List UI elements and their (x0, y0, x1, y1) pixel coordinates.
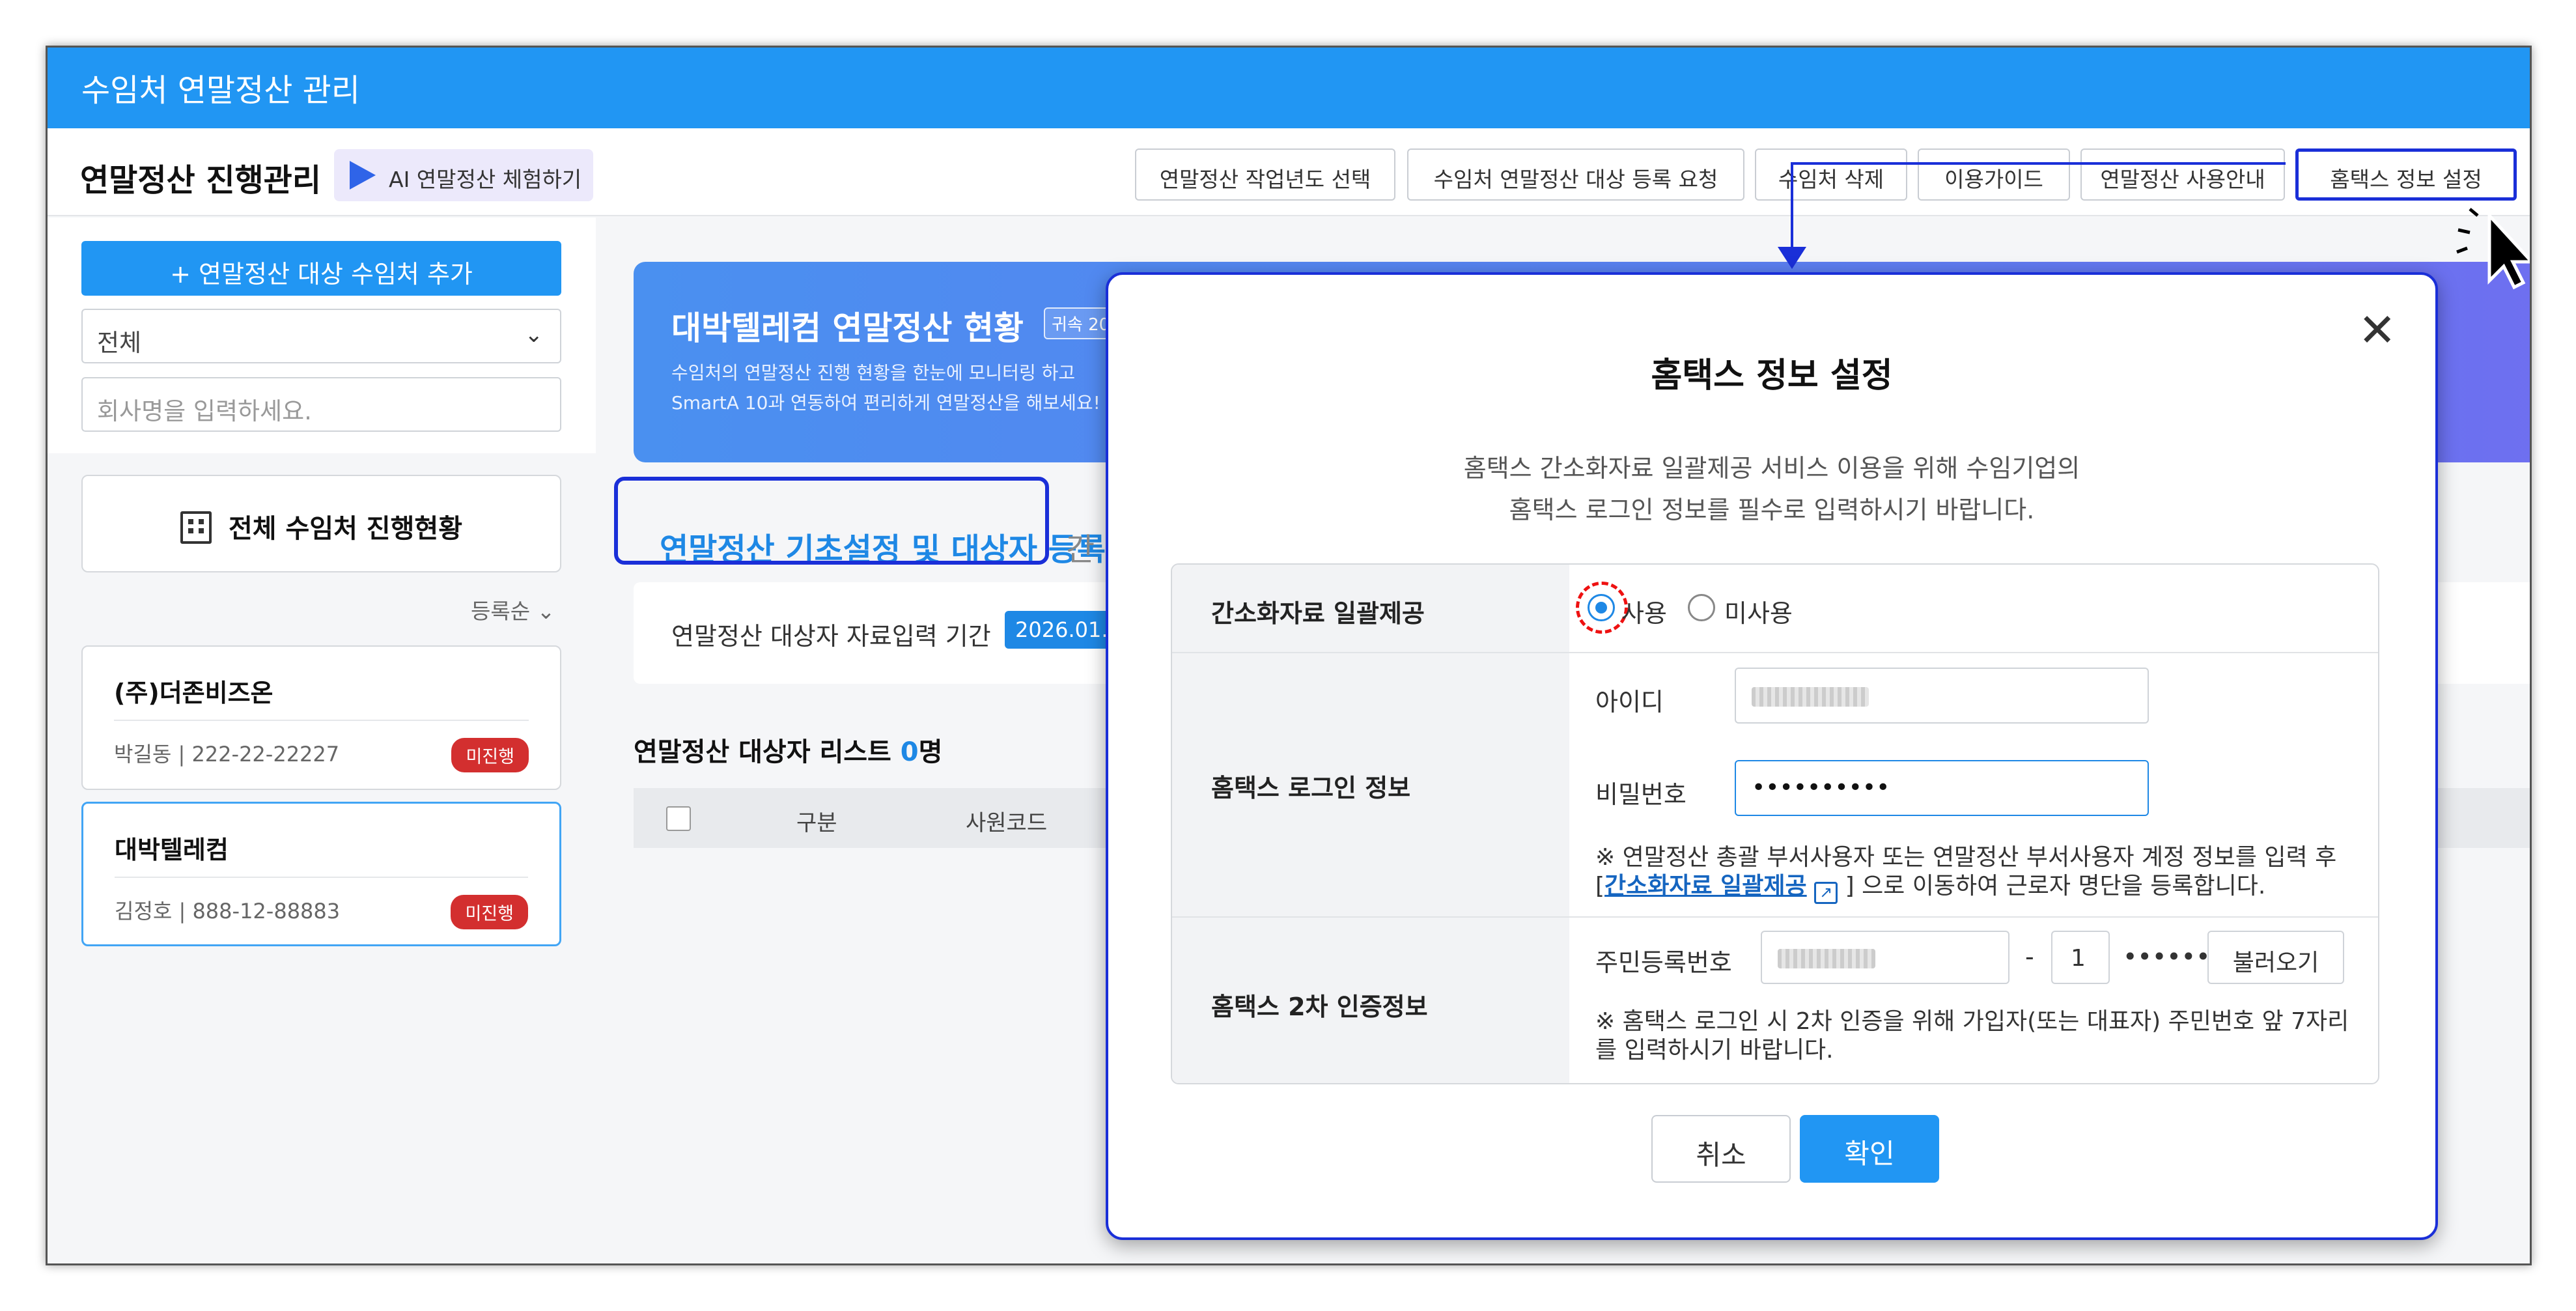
second-auth-note-line: 를 입력하시기 바랍니다. (1595, 1037, 1834, 1064)
select-all-checkbox[interactable] (666, 806, 691, 831)
period-label: 연말정산 대상자 자료입력 기간 (671, 622, 991, 651)
app-title: 수임처 연말정산 관리 (81, 72, 360, 109)
sort-label: 등록순 (471, 599, 531, 624)
simplified-data-link[interactable]: 간소화자료 일괄제공 (1604, 873, 1807, 899)
list-unit: 명 (918, 737, 943, 767)
sidebar-controls: + 연말정산 대상 수임처 추가 전체 ⌄ 회사명을 입력하세요. (48, 218, 596, 453)
rrn-back-first-input[interactable]: 1 (2051, 931, 2110, 984)
status-badge: 미진행 (451, 895, 528, 929)
bracket: [ (1595, 873, 1605, 899)
banner-description: 수임처의 연말정산 진행 현황을 한눈에 모니터링 하고 SmartA 10과 … (671, 358, 1100, 418)
modal-title: 홈택스 정보 설정 (1651, 356, 1893, 395)
external-link-icon[interactable]: ↗ (1814, 882, 1838, 904)
list-count: 0 (900, 737, 919, 767)
rrn-dash: - (2025, 942, 2034, 971)
page-header: 연말정산 진행관리 AI 연말정산 체험하기 연말정산 작업년도 선택 수임처 … (48, 128, 2530, 216)
login-note-line: ※ 연말정산 총괄 부서사용자 또는 연말정산 부서사용자 계정 정보를 입력 … (1595, 844, 2337, 871)
radio-unuse[interactable] (1688, 594, 1715, 621)
company-name: 대박텔레컴 (115, 836, 229, 864)
status-filter-value: 전체 (97, 329, 142, 357)
id-input[interactable] (1735, 668, 2149, 724)
building-icon (180, 511, 212, 544)
select-work-year-button[interactable]: 연말정산 작업년도 선택 (1135, 148, 1395, 201)
settings-table: 간소화자료 일괄제공 사용 미사용 홈택스 로그인 정보 아이디 비밀번호 ••… (1171, 563, 2379, 1084)
tab-highlight-annotation (614, 477, 1049, 565)
radio-use-label: 사용 (1621, 599, 1667, 628)
annotation-arrow (1791, 162, 1793, 255)
usage-info-button[interactable]: 연말정산 사용안내 (2080, 148, 2285, 201)
company-card[interactable]: (주)더존비즈온 박길동 | 222-22-22227 미진행 (81, 645, 561, 790)
login-note-tail: ] 으로 이동하여 근로자 명단을 등록합니다. (1845, 873, 2266, 899)
banner-title: 대박텔레컴 연말정산 현황 (671, 309, 1024, 347)
modal-desc-line: 홈택스 로그인 정보를 필수로 입력하시기 바랍니다. (1509, 496, 2035, 524)
id-label: 아이디 (1595, 688, 1664, 716)
tab-second[interactable]: 간 (1066, 524, 1095, 569)
ai-trial-label: AI 연말정산 체험하기 (389, 167, 582, 192)
row-label: 홈택스 로그인 정보 (1172, 653, 1569, 918)
rrn-mask: •••••• (2123, 942, 2211, 971)
mouse-pointer-icon (2456, 208, 2530, 290)
list-title-text: 연말정산 대상자 리스트 (634, 737, 891, 767)
second-auth-note-line: ※ 홈택스 로그인 시 2차 인증을 위해 가입자(또는 대표자) 주민번호 앞… (1595, 1008, 2349, 1035)
ai-trial-button[interactable]: AI 연말정산 체험하기 (334, 149, 593, 201)
add-client-button[interactable]: + 연말정산 대상 수임처 추가 (81, 241, 561, 296)
company-info: 김정호 | 888-12-88883 (115, 899, 341, 923)
radio-unuse-label: 미사용 (1724, 599, 1793, 628)
annotation-arrow (1791, 162, 2286, 165)
divider (115, 877, 528, 878)
annotation-arrow-head (1778, 247, 1806, 269)
page-title: 연말정산 진행관리 (80, 162, 321, 199)
company-search-input[interactable]: 회사명을 입력하세요. (81, 377, 561, 432)
period-value[interactable]: 2026.01. (1005, 611, 1119, 649)
play-icon (350, 161, 376, 190)
company-info: 박길동 | 222-22-22227 (114, 742, 340, 767)
modal-desc-line: 홈택스 간소화자료 일괄제공 서비스 이용을 위해 수임기업의 (1463, 454, 2080, 483)
cancel-button[interactable]: 취소 (1651, 1115, 1791, 1183)
modal-description: 홈택스 간소화자료 일괄제공 서비스 이용을 위해 수임기업의 홈택스 로그인 … (1108, 447, 2435, 531)
rrn-front-input[interactable] (1761, 931, 2009, 984)
close-icon[interactable]: ✕ (2358, 307, 2396, 353)
divider (114, 720, 529, 721)
column-header: 사원코드 (966, 810, 1048, 836)
row-label: 홈택스 2차 인증정보 (1172, 918, 1569, 1083)
status-badge: 미진행 (451, 738, 529, 772)
login-note: ※ 연말정산 총괄 부서사용자 또는 연말정산 부서사용자 계정 정보를 입력 … (1595, 843, 2370, 904)
company-name: (주)더존비즈온 (114, 679, 273, 707)
status-filter-select[interactable]: 전체 ⌄ (81, 309, 561, 363)
column-header: 구분 (796, 810, 837, 836)
app-title-bar: 수임처 연말정산 관리 (48, 48, 2530, 128)
hometax-settings-button[interactable]: 홈택스 정보 설정 (2295, 148, 2517, 201)
delete-client-button[interactable]: 수임처 삭제 (1755, 148, 1907, 201)
row-label: 간소화자료 일괄제공 (1172, 565, 1569, 652)
company-card-selected[interactable]: 대박텔레컴 김정호 | 888-12-88883 미진행 (81, 802, 561, 946)
all-clients-status-label: 전체 수임처 진행현황 (228, 514, 462, 544)
chevron-down-icon: ⌄ (524, 322, 544, 348)
employee-list-title: 연말정산 대상자 리스트 0명 (634, 731, 942, 768)
banner-desc-line: 수임처의 연말정산 진행 현황을 한눈에 모니터링 하고 (671, 362, 1076, 384)
app-window: 수임처 연말정산 관리 연말정산 진행관리 AI 연말정산 체험하기 연말정산 … (46, 46, 2532, 1265)
request-registration-button[interactable]: 수임처 연말정산 대상 등록 요청 (1407, 148, 1744, 201)
load-button[interactable]: 불러오기 (2207, 931, 2344, 984)
password-label: 비밀번호 (1595, 780, 1687, 809)
radio-use[interactable] (1588, 594, 1615, 621)
hometax-settings-modal: 홈택스 정보 설정 ✕ 홈택스 간소화자료 일괄제공 서비스 이용을 위해 수임… (1106, 272, 2438, 1240)
confirm-button[interactable]: 확인 (1800, 1115, 1939, 1183)
user-guide-button[interactable]: 이용가이드 (1918, 148, 2070, 201)
rrn-label: 주민등록번호 (1595, 948, 1732, 977)
password-input[interactable]: •••••••••• (1735, 760, 2149, 816)
login-note-line-2: [간소화자료 일괄제공 ↗ ] 으로 이동하여 근로자 명단을 등록합니다. (1595, 872, 2370, 904)
chevron-down-icon: ⌄ (537, 599, 555, 624)
sort-dropdown[interactable]: 등록순 ⌄ (471, 594, 555, 625)
sidebar: + 연말정산 대상 수임처 추가 전체 ⌄ 회사명을 입력하세요. 전체 수임처… (48, 218, 596, 1263)
banner-desc-line: SmartA 10과 연동하여 편리하게 연말정산을 해보세요! (671, 392, 1100, 414)
second-auth-note: ※ 홈택스 로그인 시 2차 인증을 위해 가입자(또는 대표자) 주민번호 앞… (1595, 1008, 2370, 1065)
all-clients-status-button[interactable]: 전체 수임처 진행현황 (81, 475, 561, 572)
